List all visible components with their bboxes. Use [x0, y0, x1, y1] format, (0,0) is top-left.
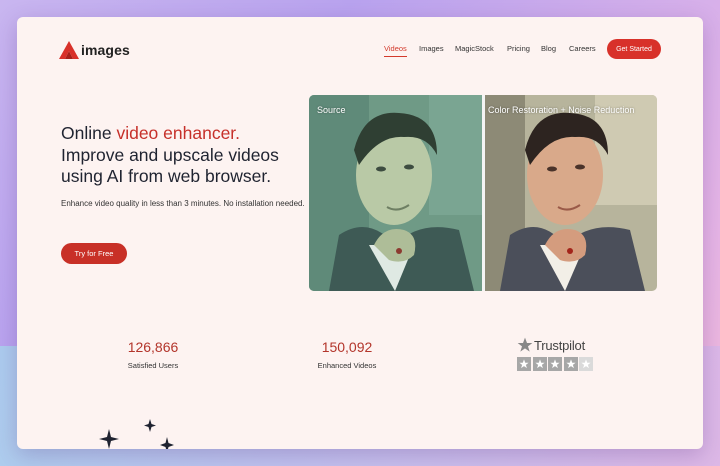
- stat-enhanced-videos: 150,092 Enhanced Videos: [307, 339, 387, 370]
- hero-title: Online video enhancer. Improve and upsca…: [61, 123, 301, 188]
- restored-panel: Color Restoration + Noise Reduction: [485, 95, 657, 291]
- source-portrait-image: [309, 95, 482, 291]
- rating-star-icon: [532, 357, 547, 371]
- trustpilot-logo: Trustpilot: [517, 337, 595, 353]
- nav-item-videos[interactable]: Videos: [384, 44, 407, 57]
- nav-item-images[interactable]: Images: [419, 44, 444, 53]
- trustpilot-star-icon: [517, 337, 533, 352]
- trustpilot-badge[interactable]: Trustpilot: [517, 337, 595, 371]
- hero-description: Enhance video quality in less than 3 min…: [61, 199, 305, 208]
- nav-item-pricing[interactable]: Pricing: [507, 44, 530, 53]
- source-panel: Source: [309, 95, 482, 291]
- comparison-image[interactable]: Source Color Restoration + Noise Reducti…: [309, 95, 657, 291]
- trustpilot-name: Trustpilot: [534, 337, 585, 353]
- trustpilot-rating: [517, 357, 595, 371]
- stat-label: Satisfied Users: [127, 361, 179, 370]
- source-label: Source: [317, 105, 346, 115]
- brand-name: images: [81, 42, 130, 58]
- hero-title-rest: Improve and upscale videos using AI from…: [61, 144, 279, 187]
- stat-value: 126,866: [127, 339, 179, 355]
- rating-star-empty-icon: [579, 357, 593, 371]
- browser-window: images Videos Images MagicStock Pricing …: [17, 17, 703, 449]
- sparkles-decoration: [99, 419, 174, 449]
- rating-star-icon: [563, 357, 578, 371]
- restored-portrait-image: [485, 95, 657, 291]
- rating-star-icon: [517, 357, 531, 371]
- logo-icon: [59, 41, 79, 59]
- stat-satisfied-users: 126,866 Satisfied Users: [117, 339, 189, 370]
- rating-star-icon: [548, 357, 562, 371]
- get-started-button[interactable]: Get Started: [607, 39, 661, 59]
- restored-label: Color Restoration + Noise Reduction: [488, 105, 635, 115]
- nav-item-blog[interactable]: Blog: [541, 44, 556, 53]
- stat-value: 150,092: [321, 339, 373, 355]
- nav-item-magicstock[interactable]: MagicStock: [455, 44, 494, 53]
- hero-title-accent: video enhancer.: [116, 123, 241, 143]
- nav-item-careers[interactable]: Careers: [569, 44, 596, 53]
- hero-title-prefix: Online: [61, 123, 117, 143]
- stat-label: Enhanced Videos: [317, 361, 377, 370]
- brand-logo[interactable]: images: [59, 41, 130, 59]
- try-for-free-button[interactable]: Try for Free: [61, 243, 127, 264]
